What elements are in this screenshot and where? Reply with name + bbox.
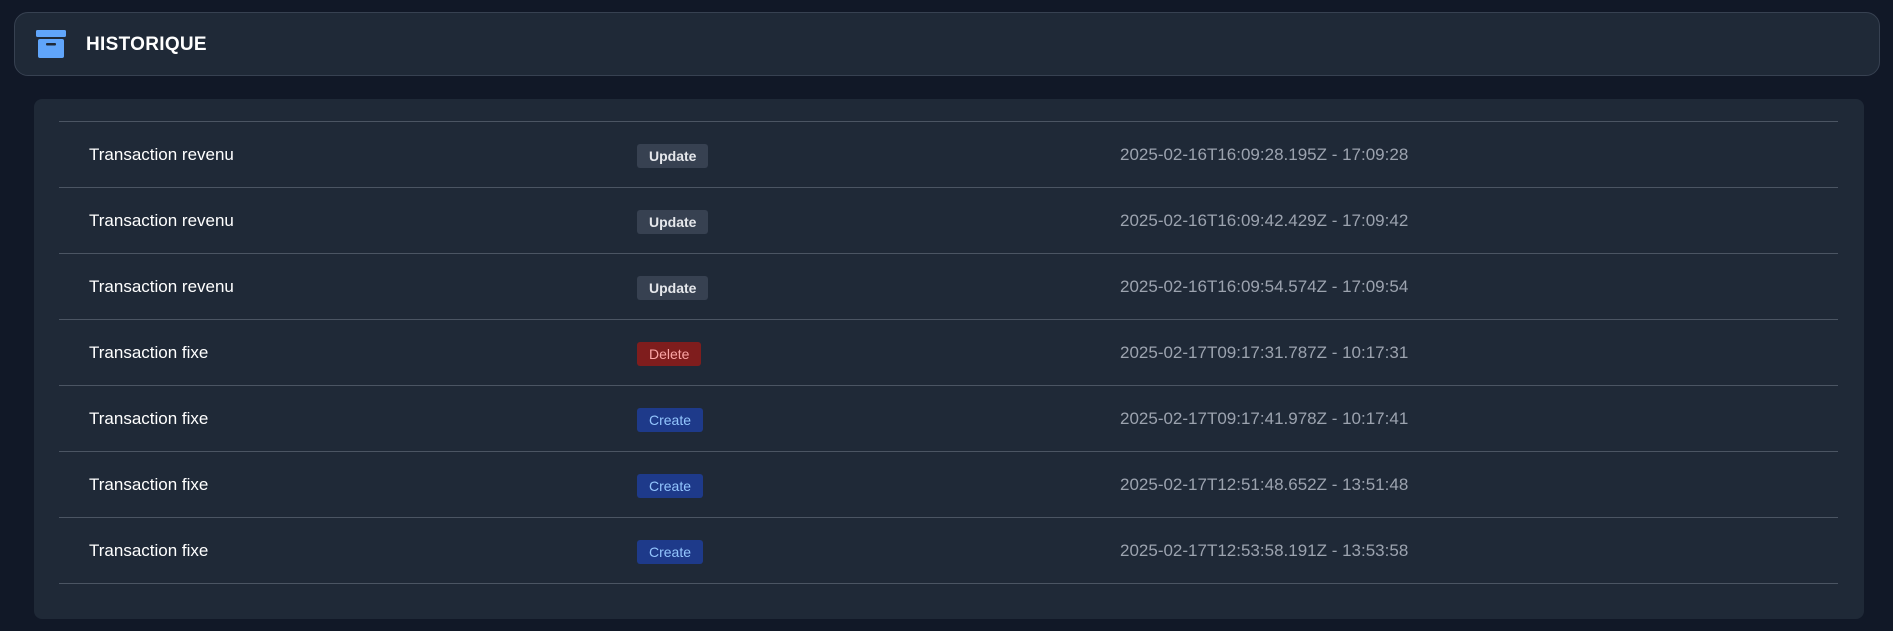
list-item: Transaction revenu Update 2025-02-16T16:…	[59, 188, 1838, 254]
page-title: HISTORIQUE	[86, 34, 207, 55]
history-list: Transaction revenu Update 2025-02-16T16:…	[59, 121, 1838, 584]
item-name: Transaction fixe	[89, 541, 209, 560]
history-header: HISTORIQUE	[14, 12, 1880, 76]
item-name: Transaction fixe	[89, 475, 209, 494]
item-timestamp: 2025-02-17T12:51:48.652Z - 13:51:48	[1120, 475, 1409, 494]
item-timestamp: 2025-02-17T09:17:41.978Z - 10:17:41	[1120, 409, 1409, 428]
item-timestamp: 2025-02-17T12:53:58.191Z - 13:53:58	[1120, 541, 1409, 560]
item-name: Transaction revenu	[89, 277, 234, 296]
action-badge: Delete	[637, 342, 702, 366]
action-badge: Create	[637, 408, 704, 432]
item-name: Transaction revenu	[89, 211, 234, 230]
item-name: Transaction fixe	[89, 343, 209, 362]
list-item: Transaction fixe Create 2025-02-17T12:53…	[59, 518, 1838, 584]
action-badge: Update	[637, 276, 709, 300]
action-badge: Update	[637, 210, 709, 234]
item-name: Transaction revenu	[89, 145, 234, 164]
item-timestamp: 2025-02-17T09:17:31.787Z - 10:17:31	[1120, 343, 1409, 362]
list-item: Transaction fixe Delete 2025-02-17T09:17…	[59, 320, 1838, 386]
list-item: Transaction revenu Update 2025-02-16T16:…	[59, 254, 1838, 320]
archive-icon	[36, 30, 66, 58]
item-timestamp: 2025-02-16T16:09:54.574Z - 17:09:54	[1120, 277, 1409, 296]
item-name: Transaction fixe	[89, 409, 209, 428]
list-item: Transaction revenu Update 2025-02-16T16:…	[59, 122, 1838, 188]
action-badge: Create	[637, 474, 704, 498]
item-timestamp: 2025-02-16T16:09:28.195Z - 17:09:28	[1120, 145, 1409, 164]
item-timestamp: 2025-02-16T16:09:42.429Z - 17:09:42	[1120, 211, 1409, 230]
list-item: Transaction fixe Create 2025-02-17T09:17…	[59, 386, 1838, 452]
list-item: Transaction fixe Create 2025-02-17T12:51…	[59, 452, 1838, 518]
history-panel: Transaction revenu Update 2025-02-16T16:…	[34, 99, 1864, 619]
action-badge: Create	[637, 540, 704, 564]
action-badge: Update	[637, 144, 709, 168]
